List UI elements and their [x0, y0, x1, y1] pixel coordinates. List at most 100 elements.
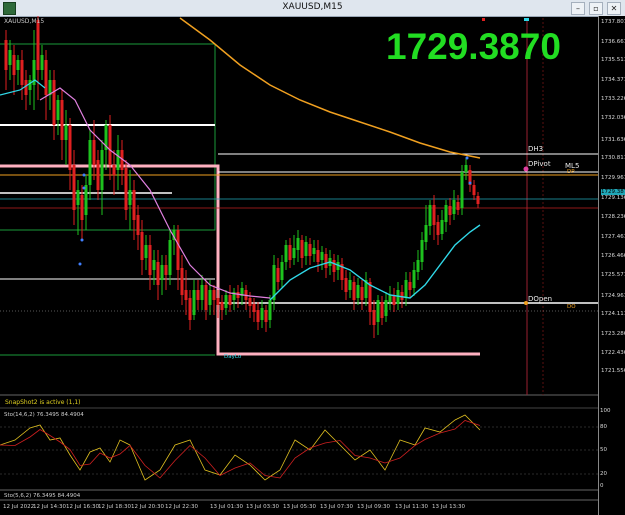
candle-body: [224, 295, 228, 308]
price-tick-label: 1723.286: [601, 331, 625, 337]
price-tick-label: 1731.636: [601, 137, 625, 143]
price-tick-label: 1725.571: [601, 272, 625, 278]
candle-body: [108, 125, 112, 165]
candle-body: [316, 250, 320, 262]
candle-body: [36, 20, 40, 70]
fractal-dot: [468, 181, 472, 185]
fractal-dot: [82, 173, 86, 177]
candle-body: [156, 262, 160, 285]
candle-body: [152, 260, 156, 270]
fractal-dot: [78, 262, 82, 266]
candle-body: [440, 220, 444, 234]
price-axis: 1737.801 1736.661 1735.511 1734.371 1733.226…: [598, 16, 625, 515]
candle-body: [348, 280, 352, 290]
candle-body: [356, 285, 360, 298]
candle-body: [56, 100, 60, 120]
candle-body: [168, 240, 172, 275]
candle-body: [164, 265, 168, 275]
price-tick-label: 1737.801: [601, 19, 625, 25]
price-tick-label: 1733.226: [601, 96, 625, 102]
candle-body: [412, 270, 416, 288]
price-tick-label: 1729.136: [601, 195, 625, 201]
candle-body: [264, 310, 268, 322]
candle-body: [228, 295, 232, 305]
chart-area[interactable]: [0, 16, 598, 515]
level-dpivot: DPivot: [528, 160, 551, 168]
stoch-tick-label: 20: [600, 471, 607, 477]
candle-body: [52, 80, 56, 125]
candle-body: [128, 190, 132, 205]
candle-body: [188, 298, 192, 320]
marker: [524, 18, 529, 21]
price-tick-label: 1732.036: [601, 115, 625, 121]
price-tick-label: 1721.556: [601, 368, 625, 374]
candle-body: [304, 242, 308, 256]
price-display: 1729.3870: [386, 26, 561, 67]
candle-body: [256, 310, 260, 322]
price-tick-label: 1729.961: [601, 175, 625, 181]
price-tick-label: 1734.371: [601, 77, 625, 83]
candle-body: [392, 296, 396, 305]
candle-body: [148, 245, 152, 275]
candle-body: [388, 295, 392, 302]
stoch-tick-label: 0: [600, 483, 604, 489]
minimize-button[interactable]: –: [571, 2, 585, 15]
window-title: XAUUSD,M15: [282, 2, 343, 12]
daylo-line: [215, 164, 480, 356]
fractal-dot: [80, 238, 84, 242]
price-tick-label: 1730.811: [601, 155, 625, 161]
candle-body: [100, 150, 104, 190]
candle-body: [460, 172, 464, 208]
candle-body: [288, 245, 292, 260]
candle-body: [376, 300, 380, 322]
price-tick-label: 1724.111: [601, 311, 625, 317]
candle-body: [344, 278, 348, 292]
candle-body: [212, 290, 216, 300]
candle-body: [268, 300, 272, 320]
price-tick-label: 1735.511: [601, 57, 625, 63]
close-button[interactable]: ✕: [607, 2, 621, 15]
price-tick-label: 1727.461: [601, 234, 625, 240]
time-tick-label: 13 Jul 07:30: [320, 504, 353, 510]
stoch1-label: Sto(14,6,2) 76.3495 84.4904: [4, 412, 84, 418]
candle-body: [372, 310, 376, 325]
level-dp: DP: [567, 169, 575, 175]
candle-body: [308, 244, 312, 256]
candle-body: [444, 205, 448, 222]
candle-body: [68, 125, 72, 170]
fractal-dot: [465, 156, 469, 160]
candle-body: [476, 196, 480, 204]
stoch-tick-label: 100: [600, 408, 611, 414]
candle-body: [88, 140, 92, 185]
candle-body: [84, 185, 88, 215]
price-tick-label: 1728.236: [601, 214, 625, 220]
level-dh3: DH3: [528, 145, 544, 153]
candle-body: [208, 290, 212, 305]
candle-body: [60, 100, 64, 140]
candle-body: [160, 265, 164, 280]
time-tick-label: 13 Jul 05:30: [283, 504, 316, 510]
stoch-signal: [0, 420, 481, 479]
candle-body: [260, 308, 264, 320]
price-tick-label: 1736.661: [601, 39, 625, 45]
candle-body: [28, 80, 32, 90]
stoch2-label: Sto(5,6,2) 76.3495 84.4904: [4, 493, 81, 499]
candle-body: [8, 50, 12, 65]
candle-body: [180, 268, 184, 295]
candle-body: [116, 150, 120, 170]
candle-body: [428, 205, 432, 226]
candle-body: [92, 140, 96, 165]
candle-body: [136, 215, 140, 235]
candle-body: [472, 185, 476, 195]
candle-body: [384, 300, 388, 316]
candle-body: [64, 125, 68, 140]
candle-body: [432, 205, 436, 225]
candle-body: [20, 60, 24, 85]
candle-body: [124, 168, 128, 210]
candle-body: [352, 282, 356, 300]
candle-body: [112, 165, 116, 175]
maximize-button[interactable]: ▫: [589, 2, 603, 15]
candle-body: [192, 290, 196, 315]
time-tick-label: 13 Jul 09:30: [357, 504, 390, 510]
candle-body: [132, 190, 136, 220]
